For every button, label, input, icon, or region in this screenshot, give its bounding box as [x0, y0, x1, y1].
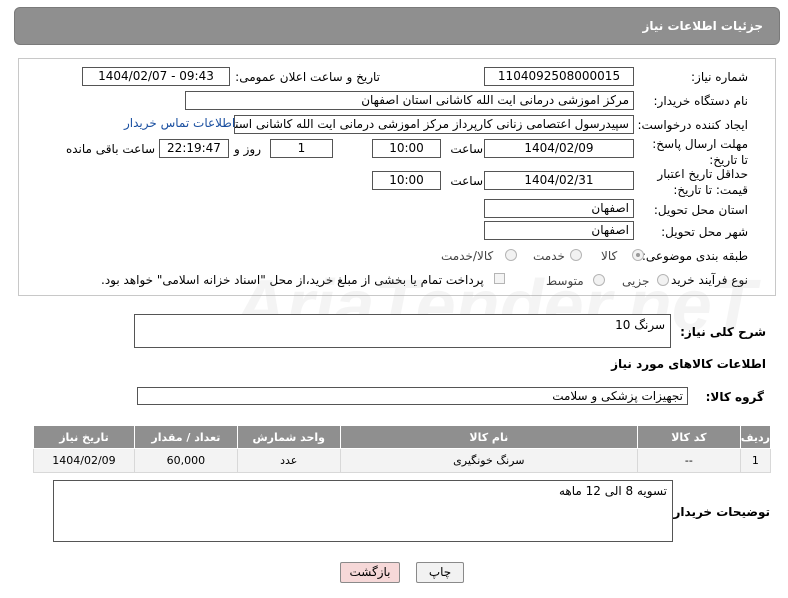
announce-field[interactable]: 1404/02/07 - 09:43 [82, 67, 230, 86]
process-radio-minor[interactable] [657, 274, 669, 286]
category-radio-goods-service[interactable] [505, 249, 517, 261]
process-radio-medium[interactable] [593, 274, 605, 286]
cell-date: 1404/02/09 [33, 448, 135, 473]
reply-time-field[interactable]: 10:00 [372, 139, 441, 158]
need-number-label: شماره نیاز: [691, 70, 748, 84]
category-option-goods: کالا [601, 249, 618, 263]
buyer-notes-field[interactable]: تسویه 8 الی 12 ماهه [53, 480, 673, 542]
goods-group-field[interactable]: تجهیزات پزشکی و سلامت [137, 387, 688, 405]
goods-group-label: گروه کالا: [705, 390, 764, 404]
process-label: نوع فرآیند خرید : [663, 273, 748, 287]
items-table: ردیف کد کالا نام کالا واحد شمارش تعداد /… [33, 425, 772, 473]
price-deadline-label: حداقل تاریخ اعتبار قیمت: تا تاریخ: [657, 167, 748, 197]
col-row: ردیف [739, 425, 772, 449]
process-option-medium: متوسط [546, 274, 584, 288]
remaining-label: ساعت باقی مانده [65, 142, 155, 156]
price-date-field[interactable]: 1404/02/31 [484, 171, 634, 190]
announce-label: تاریخ و ساعت اعلان عمومی: [235, 70, 380, 84]
cell-code: -- [637, 448, 741, 473]
days-label: روز و [234, 142, 261, 156]
col-quantity: تعداد / مقدار [133, 425, 238, 449]
price-time-label: ساعت [450, 174, 483, 188]
col-code: کد کالا [637, 425, 741, 449]
price-time-field[interactable]: 10:00 [372, 171, 441, 190]
page-title: جزئیات اطلاعات نیاز [642, 19, 763, 33]
page-header: جزئیات اطلاعات نیاز [14, 7, 780, 45]
city-label: شهر محل تحویل: [661, 225, 748, 239]
remaining-time-field[interactable]: 22:19:47 [159, 139, 229, 158]
buyer-org-field[interactable]: مرکز اموزشی درمانی ایت الله کاشانی استان… [185, 91, 634, 110]
col-unit: واحد شمارش [236, 425, 341, 449]
description-field[interactable]: سرنگ 10 [134, 314, 671, 348]
province-label: استان محل تحویل: [653, 203, 748, 217]
creator-field[interactable]: سپیدرسول اعتصامی زنانی کارپرداز مرکز امو… [234, 115, 634, 134]
print-button[interactable]: چاپ [416, 562, 464, 583]
buyer-notes-label: توضیحات خریدار: [668, 505, 770, 519]
back-button[interactable]: بازگشت [340, 562, 400, 583]
reply-date-field[interactable]: 1404/02/09 [484, 139, 634, 158]
category-option-goods-service: کالا/خدمت [441, 249, 494, 263]
table-header-row: ردیف کد کالا نام کالا واحد شمارش تعداد /… [33, 425, 772, 449]
treasury-note: پرداخت تمام یا بخشی از مبلغ خرید،از محل … [101, 273, 484, 287]
reply-time-label: ساعت [450, 142, 483, 156]
province-field[interactable]: اصفهان [484, 199, 634, 218]
col-date: تاریخ نیاز [33, 425, 135, 449]
city-field[interactable]: اصفهان [484, 221, 634, 240]
category-radio-service[interactable] [570, 249, 582, 261]
treasury-checkbox[interactable] [494, 273, 505, 284]
days-field[interactable]: 1 [270, 139, 333, 158]
creator-label: ایجاد کننده درخواست: [637, 118, 748, 132]
col-name: نام کالا [339, 425, 639, 449]
category-radio-goods[interactable] [632, 249, 644, 261]
contact-info-link[interactable]: اطلاعات تماس خریدار [124, 116, 235, 130]
buyer-org-label: نام دستگاه خریدار: [653, 94, 749, 108]
cell-name: سرنگ خونگیری [339, 448, 639, 473]
reply-deadline-label: مهلت ارسال پاسخ: تا تاریخ: [652, 137, 748, 167]
cell-row: 1 [739, 448, 772, 473]
category-label: طبقه بندی موضوعی: [641, 249, 748, 263]
need-number-field[interactable]: 1104092508000015 [484, 67, 634, 86]
goods-section-title: اطلاعات کالاهای مورد نیاز [611, 357, 766, 371]
cell-quantity: 60,000 [133, 448, 238, 473]
category-option-service: خدمت [533, 249, 565, 263]
cell-unit: عدد [236, 448, 341, 473]
process-option-minor: جزیی [622, 274, 650, 288]
description-label: شرح کلی نیاز: [680, 325, 766, 339]
table-row[interactable]: 1 -- سرنگ خونگیری عدد 60,000 1404/02/09 [33, 448, 772, 473]
